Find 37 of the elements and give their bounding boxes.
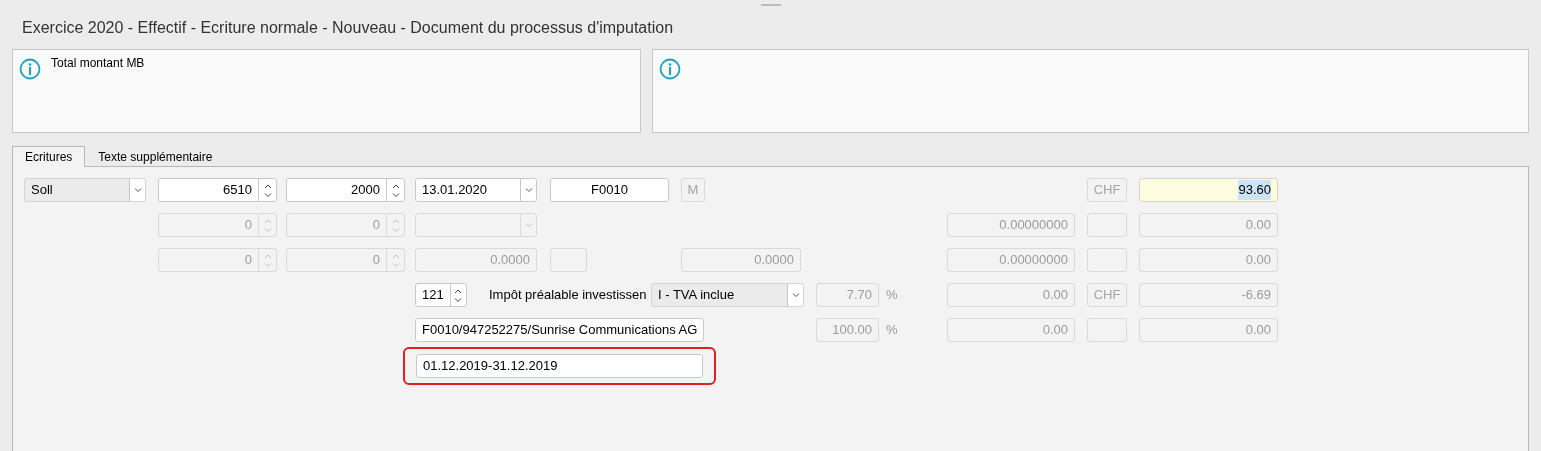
tab[interactable]: Texte supplémentaire [85,146,226,166]
chevron-down-icon [524,222,533,228]
dropdown[interactable]: I - TVA inclue [651,283,804,307]
date-dropdown[interactable]: 13.01.2020 [415,178,537,202]
info-text: Total montant MB [51,55,145,72]
down-caret-icon [391,261,400,268]
info-icon [659,58,681,80]
down-caret-icon [263,191,272,198]
down-caret-icon [391,191,400,198]
up-caret-icon [263,182,272,189]
down-caret-icon [391,226,400,233]
dropdown[interactable]: Soll [24,178,146,202]
chevron-down-icon [791,292,800,298]
up-caret-icon [391,217,400,224]
chevron-down-icon [524,187,533,193]
down-caret-icon [263,226,272,233]
spinner-field[interactable]: 6510 [158,178,277,202]
input-field[interactable]: 93.60 [1139,178,1278,202]
chevron-down-icon [133,187,142,193]
field-label: Impôt préalable investissen [489,286,648,305]
window-title: Exercice 2020 - Effectif - Ecriture normale - Nouveau - Document du processus d'imputation [22,18,675,38]
info-icon [19,58,41,80]
up-caret-icon [263,217,272,224]
tab[interactable]: Ecritures [12,146,86,167]
unit-label: % [886,286,898,305]
unit-label: % [886,321,898,340]
spinner-field[interactable]: 2000 [286,178,405,202]
up-caret-icon [391,252,400,259]
input-field[interactable]: F0010 [550,178,669,202]
input-field[interactable]: F0010/947252275/Sunrise Communications AG [415,318,704,342]
down-caret-icon [454,296,463,303]
input-field[interactable]: 01.12.2019-31.12.2019 [416,354,703,378]
up-caret-icon [454,287,463,294]
spinner-field[interactable]: 121 [415,283,467,307]
down-caret-icon [263,261,272,268]
up-caret-icon [263,252,272,259]
up-caret-icon [391,182,400,189]
